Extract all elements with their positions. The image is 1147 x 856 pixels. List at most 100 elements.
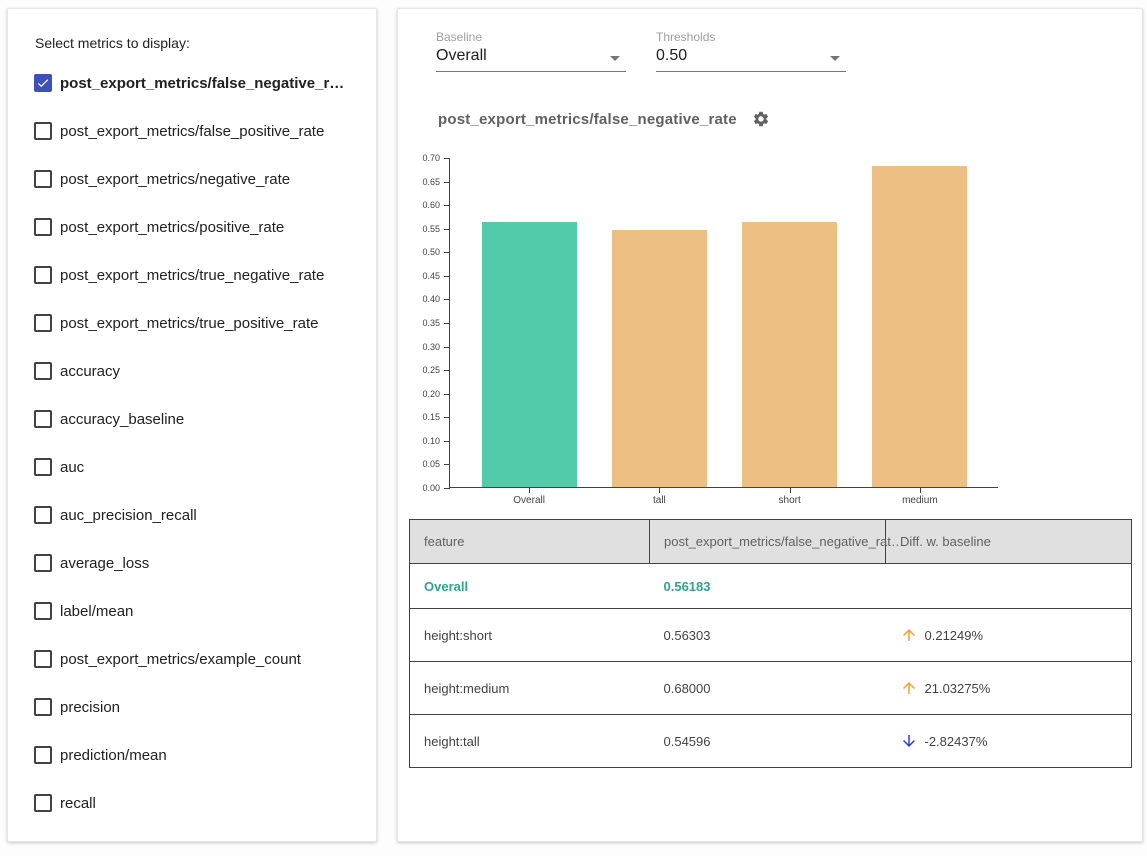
- metric-item-accuracy[interactable]: accuracy: [34, 347, 368, 395]
- metric-item-post-export-metrics-false-positive-rate[interactable]: post_export_metrics/false_positive_rate: [34, 107, 368, 155]
- metric-label: post_export_metrics/false_positive_rate: [60, 123, 324, 140]
- metric-item-recall[interactable]: recall: [34, 779, 368, 827]
- y-axis-tick-label: 0.35: [422, 318, 440, 328]
- feature-cell: height:short: [410, 609, 650, 662]
- metric-label: recall: [60, 795, 96, 812]
- metrics-panel: Baseline Overall Thresholds 0.50 post_ex…: [397, 8, 1143, 842]
- metric-item-post-export-metrics-true-negative-rate[interactable]: post_export_metrics/true_negative_rate: [34, 251, 368, 299]
- checkbox-unchecked-icon[interactable]: [34, 218, 52, 236]
- y-axis-tick-label: 0.40: [422, 294, 440, 304]
- table-row-height-medium: height:medium0.6800021.03275%: [410, 662, 1132, 715]
- y-axis-tick-label: 0.45: [422, 271, 440, 281]
- metric-item-label-mean[interactable]: label/mean: [34, 587, 368, 635]
- thresholds-select-label: Thresholds: [656, 30, 846, 44]
- arrow-up-icon: [900, 626, 918, 644]
- y-axis-tick-label: 0.55: [422, 224, 440, 234]
- checkbox-unchecked-icon[interactable]: [34, 170, 52, 188]
- metric-item-post-export-metrics-true-positive-rate[interactable]: post_export_metrics/true_positive_rate: [34, 299, 368, 347]
- diff-value: -2.82437%: [925, 734, 988, 749]
- metric-item-precision[interactable]: precision: [34, 683, 368, 731]
- checkbox-unchecked-icon[interactable]: [34, 506, 52, 524]
- thresholds-select[interactable]: Thresholds 0.50: [656, 30, 846, 72]
- diff-cell: -2.82437%: [886, 715, 1132, 768]
- metric-value-cell: 0.56183: [650, 564, 886, 609]
- metrics-table: feature post_export_metrics/false_negati…: [409, 519, 1132, 768]
- bar-Overall[interactable]: [482, 222, 577, 487]
- metric-item-auc[interactable]: auc: [34, 443, 368, 491]
- diff-cell: [886, 564, 1132, 609]
- metric-item-auc-precision-recall[interactable]: auc_precision_recall: [34, 491, 368, 539]
- checkbox-unchecked-icon[interactable]: [34, 650, 52, 668]
- metric-item-post-export-metrics-false-negative-r[interactable]: post_export_metrics/false_negative_r…: [34, 59, 368, 107]
- diff-cell: 0.21249%: [886, 609, 1132, 662]
- y-axis-tick-label: 0.10: [422, 436, 440, 446]
- y-axis-tick-label: 0.00: [422, 483, 440, 493]
- checkbox-unchecked-icon[interactable]: [34, 602, 52, 620]
- metric-selector-heading: Select metrics to display:: [35, 35, 190, 51]
- chevron-down-icon: [610, 56, 620, 61]
- thresholds-select-value: 0.50: [656, 47, 687, 64]
- metric-item-post-export-metrics-example-count[interactable]: post_export_metrics/example_count: [34, 635, 368, 683]
- x-axis-label-short: short: [779, 495, 801, 506]
- checkbox-unchecked-icon[interactable]: [34, 266, 52, 284]
- metric-label: precision: [60, 699, 120, 716]
- bar-short[interactable]: [742, 222, 837, 487]
- column-header-metric: post_export_metrics/false_negative_rat…: [650, 520, 886, 564]
- y-axis-tick-label: 0.20: [422, 389, 440, 399]
- table-row-height-tall: height:tall0.54596-2.82437%: [410, 715, 1132, 768]
- bar-medium[interactable]: [872, 166, 967, 487]
- y-axis-tick-label: 0.15: [422, 412, 440, 422]
- checkbox-unchecked-icon[interactable]: [34, 554, 52, 572]
- metric-value-cell: 0.54596: [650, 715, 886, 768]
- metric-item-post-export-metrics-negative-rate[interactable]: post_export_metrics/negative_rate: [34, 155, 368, 203]
- metric-selector-panel: Select metrics to display: post_export_m…: [7, 8, 377, 842]
- checkbox-checked-icon[interactable]: [34, 74, 52, 92]
- y-axis-tick-label: 0.60: [422, 200, 440, 210]
- settings-gear-icon[interactable]: [752, 110, 770, 128]
- baseline-select-label: Baseline: [436, 30, 626, 44]
- metric-item-post-export-metrics-positive-rate[interactable]: post_export_metrics/positive_rate: [34, 203, 368, 251]
- x-axis-label-Overall: Overall: [513, 495, 545, 506]
- checkbox-unchecked-icon[interactable]: [34, 410, 52, 428]
- metric-label: average_loss: [60, 555, 149, 572]
- metric-label: post_export_metrics/example_count: [60, 651, 301, 668]
- checkbox-unchecked-icon[interactable]: [34, 314, 52, 332]
- arrow-down-icon: [900, 732, 918, 750]
- table-header-row: feature post_export_metrics/false_negati…: [410, 520, 1132, 564]
- diff-cell: 21.03275%: [886, 662, 1132, 715]
- column-header-diff: Diff. w. baseline: [886, 520, 1132, 564]
- diff-value: 0.21249%: [925, 628, 984, 643]
- metric-value-cell: 0.68000: [650, 662, 886, 715]
- checkbox-unchecked-icon[interactable]: [34, 458, 52, 476]
- metric-item-average-loss[interactable]: average_loss: [34, 539, 368, 587]
- metric-label: post_export_metrics/true_negative_rate: [60, 267, 324, 284]
- metric-label: post_export_metrics/false_negative_r…: [60, 75, 344, 92]
- arrow-up-icon: [900, 679, 918, 697]
- y-axis-tick-label: 0.30: [422, 342, 440, 352]
- x-axis-label-medium: medium: [902, 495, 938, 506]
- metric-item-accuracy-baseline[interactable]: accuracy_baseline: [34, 395, 368, 443]
- column-header-feature: feature: [410, 520, 650, 564]
- feature-cell: Overall: [410, 564, 650, 609]
- bar-tall[interactable]: [612, 230, 707, 487]
- metric-label: post_export_metrics/positive_rate: [60, 219, 284, 236]
- baseline-select[interactable]: Baseline Overall: [436, 30, 626, 72]
- checkbox-unchecked-icon[interactable]: [34, 746, 52, 764]
- baseline-select-value: Overall: [436, 47, 487, 64]
- y-axis-tick-label: 0.65: [422, 177, 440, 187]
- y-axis-tick-label: 0.25: [422, 365, 440, 375]
- feature-cell: height:medium: [410, 662, 650, 715]
- metric-label: accuracy_baseline: [60, 411, 184, 428]
- bar-chart: 0.000.050.100.150.200.250.300.350.400.45…: [449, 158, 998, 488]
- metric-label: post_export_metrics/true_positive_rate: [60, 315, 318, 332]
- checkbox-unchecked-icon[interactable]: [34, 362, 52, 380]
- table-row-height-short: height:short0.56303 0.21249%: [410, 609, 1132, 662]
- metric-label: post_export_metrics/negative_rate: [60, 171, 290, 188]
- metric-value-cell: 0.56303: [650, 609, 886, 662]
- metrics-list: post_export_metrics/false_negative_r…pos…: [34, 59, 368, 827]
- metric-label: accuracy: [60, 363, 120, 380]
- checkbox-unchecked-icon[interactable]: [34, 794, 52, 812]
- metric-item-prediction-mean[interactable]: prediction/mean: [34, 731, 368, 779]
- checkbox-unchecked-icon[interactable]: [34, 122, 52, 140]
- checkbox-unchecked-icon[interactable]: [34, 698, 52, 716]
